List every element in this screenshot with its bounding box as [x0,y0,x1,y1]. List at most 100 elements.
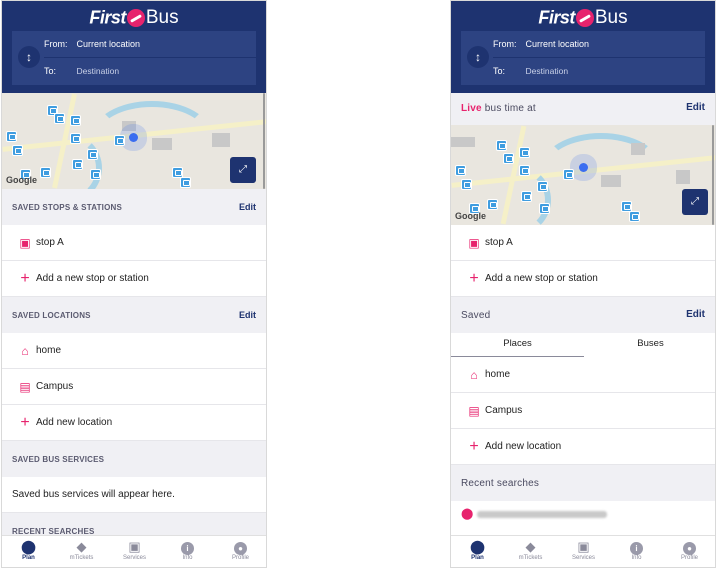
nav-services[interactable]: ▣ Services [108,539,161,561]
map-view[interactable]: Google ⤢ [2,93,266,189]
location-pin-icon: ⬤ [21,539,36,554]
bus-stop-icon[interactable] [521,191,532,202]
live-stop-item[interactable]: ▣ stop A [451,225,715,261]
google-attribution: Google [455,211,486,221]
current-location-icon [579,163,588,172]
phone-screen-left: First Bus ↕ From: Current location To: De… [1,0,267,568]
bus-stop-icon[interactable] [496,140,507,151]
ticket-icon: ◆ [525,539,536,554]
nav-label: Plan [22,555,35,561]
bus-stop-icon[interactable] [519,165,530,176]
swap-direction-icon[interactable]: ↕ [18,46,40,68]
from-field[interactable]: From: Current location [493,31,705,58]
bus-stop-icon[interactable] [40,167,51,178]
saved-services-header: SAVED BUS SERVICES [2,441,266,477]
tab-places[interactable]: Places [451,333,584,357]
bus-stop-icon[interactable] [487,199,498,210]
briefcase-icon: ▤ [468,404,480,418]
nav-label: Services [571,555,595,561]
map-blur [676,170,690,184]
nav-plan[interactable]: ⬤ Plan [451,539,504,561]
plus-icon: + [469,270,479,287]
to-field[interactable]: To: Destination [44,58,256,85]
nav-mtickets[interactable]: ◆ mTickets [55,539,108,561]
bus-stop-icon[interactable] [6,131,17,142]
recent-search-item[interactable]: ⬤ [451,501,715,527]
logo-bus-text: Bus [594,7,628,28]
current-location-icon [129,133,138,142]
to-field[interactable]: To: Destination [493,58,705,85]
add-location-button[interactable]: + Add new location [451,429,715,465]
edit-live-button[interactable]: Edit [686,102,705,113]
expand-map-icon[interactable]: ⤢ [230,157,256,183]
nav-label: Services [122,555,146,561]
bus-stop-icon[interactable] [70,133,81,144]
swap-direction-icon[interactable]: ↕ [467,46,489,68]
map-view[interactable]: Google ⤢ [451,125,715,225]
saved-location-home[interactable]: ⌂ home [451,357,715,393]
to-label: To: [44,66,57,76]
nav-profile[interactable]: ● Profile [214,539,266,561]
saved-services-empty: Saved bus services will appear here. [2,477,266,513]
location-name: home [485,369,511,380]
bus-stop-icon[interactable] [70,115,81,126]
location-name: home [36,345,62,356]
bus-icon: ▣ [128,539,141,554]
location-name: Campus [36,381,74,392]
bus-stop-icon[interactable] [461,179,472,190]
map-scrollbar[interactable] [712,125,714,225]
add-stop-button[interactable]: + Add a new stop or station [451,261,715,297]
bus-stop-icon[interactable] [503,153,514,164]
add-stop-label: Add a new stop or station [485,273,598,284]
add-location-button[interactable]: + Add new location [2,405,266,441]
nav-info[interactable]: i Info [610,539,663,561]
section-title: SAVED LOCATIONS [12,311,91,320]
nav-label: Plan [471,555,484,561]
bus-stop-icon[interactable] [539,203,550,214]
saved-stop-item[interactable]: ▣ stop A [2,225,266,261]
logo-swoosh-icon [575,9,594,27]
nav-label: Info [631,555,642,561]
location-name: Campus [485,405,523,416]
section-title: SAVED BUS SERVICES [12,455,105,464]
saved-location-home[interactable]: ⌂ home [2,333,266,369]
edit-saved-button[interactable]: Edit [686,309,705,320]
bus-stop-icon[interactable] [180,177,191,188]
nav-services[interactable]: ▣ Services [557,539,610,561]
bus-stop-icon[interactable] [72,159,83,170]
nav-label: Info [182,555,193,561]
saved-location-campus[interactable]: ▤ Campus [2,369,266,405]
nav-info[interactable]: i Info [161,539,214,561]
nav-mtickets[interactable]: ◆ mTickets [504,539,557,561]
to-label: To: [493,66,506,76]
saved-location-campus[interactable]: ▤ Campus [451,393,715,429]
add-stop-button[interactable]: + Add a new stop or station [2,261,266,297]
map-scrollbar[interactable] [263,93,265,189]
bus-stop-icon[interactable] [90,169,101,180]
bus-stop-icon[interactable] [54,113,65,124]
nav-label: Profile [680,555,698,561]
nav-plan[interactable]: ⬤ Plan [2,539,55,561]
map-blur [152,138,172,150]
stop-name: stop A [36,237,64,248]
bus-stop-icon[interactable] [114,135,125,146]
edit-saved-locations-button[interactable]: Edit [239,310,256,320]
nav-profile[interactable]: ● Profile [663,539,715,561]
expand-map-icon[interactable]: ⤢ [682,189,708,215]
saved-tabs: Places Buses [451,333,715,357]
bus-stop-icon[interactable] [537,181,548,192]
recent-searches-header: Recent searches [451,465,715,501]
bus-stop-icon[interactable] [563,169,574,180]
first-bus-logo: First Bus [451,7,715,31]
from-field[interactable]: From: Current location [44,31,256,58]
bus-stop-icon[interactable] [12,145,23,156]
from-value: Current location [76,39,141,49]
bus-stop-icon[interactable] [629,211,640,222]
phone-screen-right: First Bus ↕ From: Current location To: De… [450,0,716,568]
bus-stop-icon[interactable] [519,147,530,158]
bus-stop-icon[interactable] [455,165,466,176]
plus-icon: + [469,438,479,455]
tab-buses[interactable]: Buses [584,333,715,357]
bus-stop-icon[interactable] [87,149,98,160]
edit-saved-stops-button[interactable]: Edit [239,202,256,212]
